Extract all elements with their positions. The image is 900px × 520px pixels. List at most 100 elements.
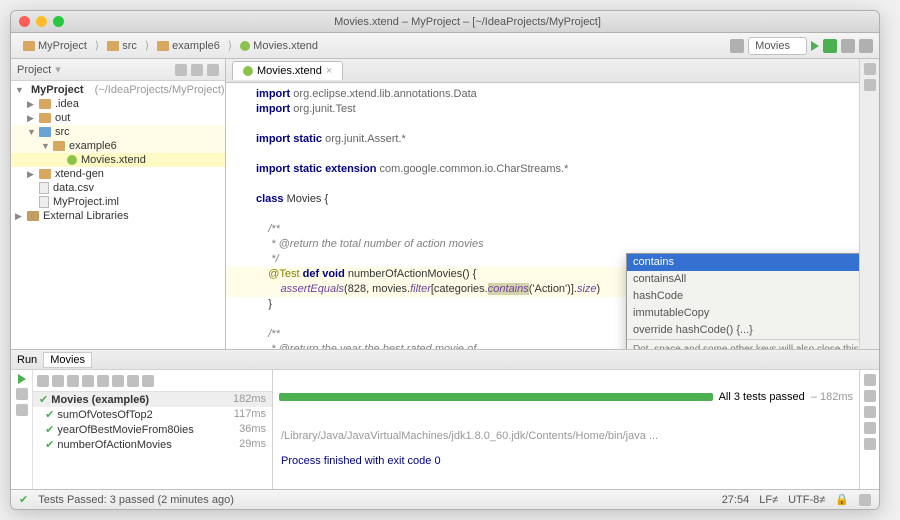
run-config-tab[interactable]: Movies [43, 352, 92, 368]
autocomplete-popup[interactable]: containsSet.java containsAllSet.java has… [626, 253, 859, 349]
editor-tabs: Movies.xtend × [226, 59, 859, 83]
test-row[interactable]: ✔ yearOfBestMovieFrom80ies36ms [33, 422, 272, 437]
console-line: /Library/Java/JavaVirtualMachines/jdk1.8… [281, 430, 851, 442]
rerun-button[interactable] [18, 374, 26, 384]
tree-item[interactable]: ▶.idea [11, 97, 225, 111]
breadcrumb-item[interactable]: MyProject [17, 38, 93, 54]
xtend-icon [240, 41, 250, 51]
sort-icon[interactable] [52, 375, 64, 387]
stop-icon[interactable] [16, 388, 28, 400]
stop-icon[interactable] [841, 39, 855, 53]
breadcrumb: MyProject ⟩ src ⟩ example6 ⟩ Movies.xten… [17, 38, 726, 54]
project-tool-window: Project ▾ ▼MyProject (~/IdeaProjects/MyP… [11, 59, 226, 349]
run-config-select[interactable]: Movies [748, 37, 807, 55]
run-tab-label[interactable]: Run [17, 354, 37, 366]
prev-icon[interactable] [97, 375, 109, 387]
autocomplete-item[interactable]: override hashCode() {...}Object [627, 322, 859, 339]
console-output[interactable]: /Library/Java/JavaVirtualMachines/jdk1.8… [273, 424, 859, 490]
export-icon[interactable] [127, 375, 139, 387]
close-tab-icon[interactable]: × [326, 65, 332, 77]
toggle-icon[interactable] [37, 375, 49, 387]
titlebar: Movies.xtend – MyProject – [~/IdeaProjec… [11, 11, 879, 33]
tree-item[interactable]: data.csv [11, 181, 225, 195]
autocomplete-item[interactable]: containsSet.java [627, 254, 859, 271]
test-results-panel: ✔ Movies (example6)182ms ✔ sumOfVotesOfT… [33, 370, 273, 489]
autocomplete-hint: Dot, space and some other keys will also… [627, 339, 859, 349]
progress-bar [279, 393, 713, 401]
file-encoding[interactable]: UTF-8≠ [788, 494, 825, 506]
close-icon[interactable] [19, 16, 30, 27]
lock-icon[interactable]: 🔒 [835, 493, 849, 506]
run-side-toolbar [11, 370, 33, 489]
up-icon[interactable] [864, 374, 876, 386]
expand-icon[interactable] [67, 375, 79, 387]
breadcrumb-item[interactable]: example6 [151, 38, 226, 54]
debug-icon[interactable] [823, 39, 837, 53]
breadcrumb-item[interactable]: Movies.xtend [234, 38, 324, 54]
console-side-toolbar [859, 370, 879, 489]
next-icon[interactable] [112, 375, 124, 387]
test-tree[interactable]: ✔ Movies (example6)182ms ✔ sumOfVotesOfT… [33, 392, 272, 489]
autocomplete-item[interactable]: immutableCopyCollectionExtensions.class [627, 305, 859, 322]
test-suite-row[interactable]: ✔ Movies (example6)182ms [33, 392, 272, 407]
code-editor[interactable]: import org.eclipse.xtend.lib.annotations… [226, 83, 859, 349]
window-controls [19, 16, 64, 27]
gutter-icon[interactable] [864, 63, 876, 75]
print-icon[interactable] [864, 438, 876, 450]
test-status-bar: All 3 tests passed – 182ms [273, 370, 859, 424]
gear-icon[interactable] [175, 64, 187, 76]
editor-tab[interactable]: Movies.xtend × [232, 61, 343, 80]
test-toolbar [33, 370, 272, 392]
tree-item[interactable]: MyProject.iml [11, 195, 225, 209]
main-area: Project ▾ ▼MyProject (~/IdeaProjects/MyP… [11, 59, 879, 349]
project-panel-header: Project ▾ [11, 59, 225, 81]
ide-window: Movies.xtend – MyProject – [~/IdeaProjec… [10, 10, 880, 510]
down-icon[interactable] [864, 390, 876, 402]
hide-icon[interactable] [207, 64, 219, 76]
main-toolbar: MyProject ⟩ src ⟩ example6 ⟩ Movies.xten… [11, 33, 879, 59]
history-icon[interactable] [142, 375, 154, 387]
cursor-position[interactable]: 27:54 [722, 494, 750, 506]
folder-icon [157, 41, 169, 51]
status-ok-icon: ✔ [19, 493, 28, 506]
xtend-icon [243, 66, 253, 76]
console-line: Process finished with exit code 0 [281, 455, 851, 467]
breadcrumb-item[interactable]: src [101, 38, 143, 54]
tree-root[interactable]: ▼MyProject (~/IdeaProjects/MyProject) [11, 83, 225, 97]
autocomplete-item[interactable]: containsAllSet.java [627, 271, 859, 288]
build-icon[interactable] [730, 39, 744, 53]
collapse-icon[interactable] [191, 64, 203, 76]
right-gutter [859, 59, 879, 349]
editor-area: Movies.xtend × import org.eclipse.xtend.… [226, 59, 859, 349]
window-title: Movies.xtend – MyProject – [~/IdeaProjec… [64, 16, 871, 28]
pin-icon[interactable] [16, 404, 28, 416]
autocomplete-item[interactable]: hashCodeSet.java [627, 288, 859, 305]
panel-title: Project [17, 64, 51, 76]
run-tool-window: Run Movies [11, 349, 879, 489]
run-tabs: Run Movies [11, 350, 879, 370]
search-icon[interactable] [859, 39, 873, 53]
line-separator[interactable]: LF≠ [759, 494, 778, 506]
tree-item[interactable]: ▶out [11, 111, 225, 125]
wrap-icon[interactable] [864, 406, 876, 418]
zoom-icon[interactable] [53, 16, 64, 27]
test-summary: All 3 tests passed [719, 391, 805, 403]
run-button[interactable] [811, 41, 819, 51]
tree-item-selected[interactable]: Movies.xtend [11, 153, 225, 167]
folder-icon [23, 41, 35, 51]
tree-item[interactable]: ▶xtend-gen [11, 167, 225, 181]
tree-external-libs[interactable]: ▶External Libraries [11, 209, 225, 223]
scroll-icon[interactable] [864, 422, 876, 434]
collapse-icon[interactable] [82, 375, 94, 387]
status-bar: ✔ Tests Passed: 3 passed (2 minutes ago)… [11, 489, 879, 509]
status-tests: Tests Passed: 3 passed (2 minutes ago) [38, 494, 234, 506]
gutter-icon[interactable] [864, 79, 876, 91]
tree-item[interactable]: ▼src [11, 125, 225, 139]
hector-icon[interactable] [859, 494, 871, 506]
test-row[interactable]: ✔ numberOfActionMovies29ms [33, 437, 272, 452]
project-tree[interactable]: ▼MyProject (~/IdeaProjects/MyProject) ▶.… [11, 81, 225, 349]
tree-item[interactable]: ▼example6 [11, 139, 225, 153]
folder-icon [107, 41, 119, 51]
minimize-icon[interactable] [36, 16, 47, 27]
test-row[interactable]: ✔ sumOfVotesOfTop2117ms [33, 407, 272, 422]
